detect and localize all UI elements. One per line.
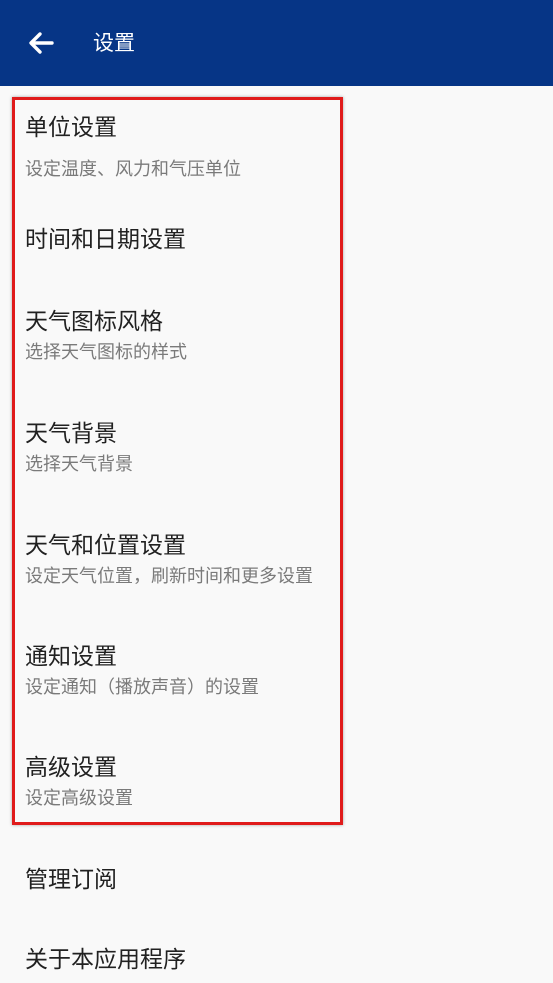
settings-item-icon-style[interactable]: 天气图标风格 选择天气图标的样式 [0,294,553,406]
arrow-left-icon [29,32,54,54]
settings-item-subtitle: 选择天气图标的样式 [25,342,187,363]
settings-item-subtitle: 选择天气背景 [25,454,133,475]
settings-item-title: 天气和位置设置 [25,533,186,559]
settings-item-title: 天气图标风格 [25,309,163,335]
settings-item-weather-location[interactable]: 天气和位置设置 设定天气位置，刷新时间和更多设置 [0,518,553,630]
settings-item-title: 通知设置 [25,644,117,670]
settings-item-advanced[interactable]: 高级设置 设定高级设置 [0,742,553,854]
settings-item-title: 天气背景 [25,421,117,447]
settings-item-background[interactable]: 天气背景 选择天气背景 [0,406,553,518]
settings-item-about[interactable]: 关于本应用程序 [0,934,553,983]
settings-item-subscriptions[interactable]: 管理订阅 [0,854,553,934]
settings-item-title: 关于本应用程序 [25,947,186,973]
settings-item-title: 管理订阅 [25,867,117,893]
settings-item-subtitle: 设定高级设置 [25,788,133,809]
settings-item-subtitle: 设定通知（播放声音）的设置 [25,677,259,698]
settings-item-notification[interactable]: 通知设置 设定通知（播放声音）的设置 [0,630,553,742]
settings-item-subtitle: 设定天气位置，刷新时间和更多设置 [25,566,313,587]
settings-item-title: 时间和日期设置 [25,227,186,253]
settings-item-title: 高级设置 [25,755,117,781]
settings-item-units[interactable]: 单位设置 设定温度、风力和气压单位 [0,98,553,198]
app-bar: 设置 [0,0,553,86]
settings-item-time-date[interactable]: 时间和日期设置 [0,198,553,294]
page-title: 设置 [93,31,135,55]
back-button[interactable] [18,21,64,65]
settings-item-subtitle: 设定温度、风力和气压单位 [25,159,241,180]
settings-item-title: 单位设置 [25,115,117,141]
